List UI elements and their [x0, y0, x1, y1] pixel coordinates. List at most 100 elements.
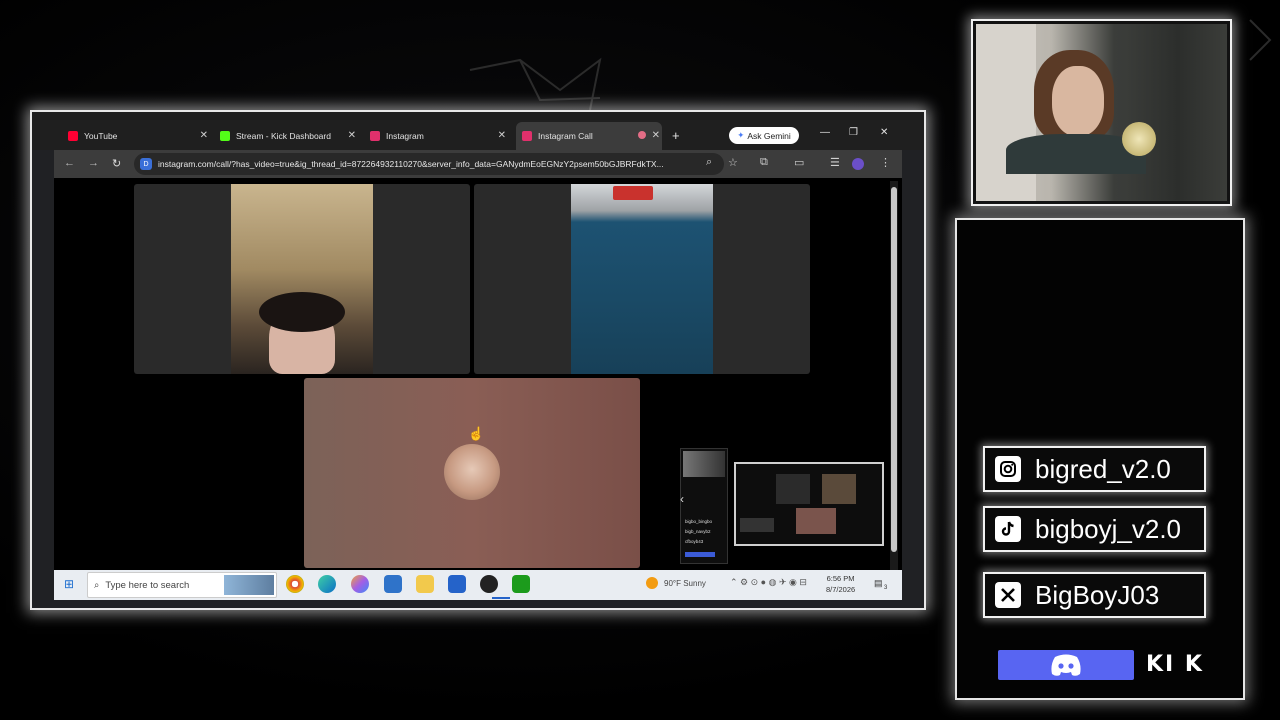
weather-text[interactable]: 90°F Sunny: [664, 579, 706, 588]
profile-avatar[interactable]: [852, 158, 864, 170]
new-tab-button[interactable]: +: [672, 128, 680, 143]
ask-gemini-button[interactable]: ✦ Ask Gemini: [729, 127, 799, 144]
browser-toolbar: ← → ↻ D instagram.com/call/?has_video=tr…: [54, 150, 902, 178]
tab-strip: YouTube ✕ Stream - Kick Dashboard ✕ Inst…: [32, 112, 924, 150]
restore-icon[interactable]: ❐: [849, 127, 858, 138]
site-info-icon[interactable]: D: [140, 158, 152, 170]
store-icon[interactable]: [448, 575, 466, 593]
search-placeholder: Type here to search: [105, 579, 190, 591]
tiktok-icon: [995, 516, 1021, 542]
participant-tile[interactable]: [474, 184, 810, 374]
windows-start-icon[interactable]: ⊞: [64, 577, 74, 591]
call-content: ☝ bigbo_bingbo bigb_navyb2 cfboyb43 ‹: [54, 178, 902, 574]
obs-icon[interactable]: [480, 575, 498, 593]
stream-overlay: YouTube ✕ Stream - Kick Dashboard ✕ Inst…: [0, 0, 1280, 720]
active-indicator: [492, 597, 510, 599]
x-handle: BigBoyJ03: [983, 572, 1206, 618]
media-icon[interactable]: ☰: [830, 156, 840, 169]
x-username: BigBoyJ03: [1035, 579, 1160, 610]
mini-bar: [685, 552, 715, 557]
xbox-icon[interactable]: [512, 575, 530, 593]
webcam-feed: [976, 24, 1227, 201]
tab-label: Stream - Kick Dashboard: [236, 131, 331, 141]
weather-sun-icon[interactable]: [646, 577, 658, 589]
screen-share-preview[interactable]: [734, 462, 884, 546]
x-icon: [995, 582, 1021, 608]
windows-taskbar: ⊞ ⌕ Type here to search 90°F Sunny ⌃ ⚙ ⊙…: [54, 570, 902, 600]
close-icon[interactable]: ✕: [652, 130, 660, 141]
participant-tile[interactable]: ☝: [304, 378, 640, 568]
avatar: [444, 444, 500, 500]
kick-logo: KI K: [1146, 652, 1204, 677]
tab-search-icon[interactable]: ▭: [794, 156, 804, 169]
tray-icons[interactable]: ⌃ ⚙ ⊙ ● ◍ ✈ ◉ ⊟: [730, 577, 807, 588]
sparkle-icon: ✦: [737, 130, 745, 140]
address-bar[interactable]: D instagram.com/call/?has_video=true&ig_…: [134, 153, 724, 175]
participant-name: cfboyb43: [685, 539, 704, 544]
youtube-icon: [68, 131, 78, 141]
participant-video: [231, 184, 373, 374]
discord-icon: [1051, 654, 1081, 676]
close-icon[interactable]: ✕: [348, 130, 356, 141]
search-icon[interactable]: ⌕: [706, 156, 712, 169]
url-text[interactable]: instagram.com/call/?has_video=true&ig_th…: [158, 159, 698, 169]
flowers: [1122, 122, 1156, 156]
person-face: [1052, 66, 1104, 136]
tab-youtube[interactable]: YouTube ✕: [68, 122, 208, 150]
taskbar-clock[interactable]: 6:56 PM 8/7/2026: [826, 573, 855, 595]
curtain: [1126, 24, 1227, 201]
chrome-icon[interactable]: [286, 575, 304, 593]
menu-icon[interactable]: ⋮: [880, 156, 891, 169]
self-preview-stack[interactable]: bigbo_bingbo bigb_navyb2 cfboyb43: [680, 448, 728, 564]
clock-date: 8/7/2026: [826, 585, 856, 594]
instagram-icon: [522, 131, 532, 141]
self-preview-cam: [683, 451, 725, 477]
tab-instagram-call[interactable]: Instagram Call ✕: [516, 122, 662, 150]
notification-count: 3: [884, 585, 888, 591]
tab-label: YouTube: [84, 131, 118, 141]
scrollbar-thumb[interactable]: [891, 187, 897, 552]
discord-logo: [998, 650, 1134, 680]
forward-icon[interactable]: →: [88, 157, 99, 169]
reload-icon[interactable]: ↻: [112, 157, 121, 170]
gemini-label: Ask Gemini: [747, 130, 791, 141]
bookmark-star-icon[interactable]: ☆: [728, 156, 738, 169]
scrollbar[interactable]: [890, 181, 898, 571]
clock-time: 6:56 PM: [826, 574, 855, 583]
tab-label: Instagram: [386, 131, 424, 141]
taskbar-search[interactable]: ⌕ Type here to search: [87, 572, 277, 598]
participant-video: [571, 184, 713, 374]
tiktok-username: bigboyj_v2.0: [1035, 513, 1181, 544]
file-explorer-icon[interactable]: [416, 575, 434, 593]
participant-name: bigb_navyb2: [685, 529, 711, 534]
tiktok-handle: bigboyj_v2.0: [983, 506, 1206, 552]
chevron-left-icon[interactable]: ‹: [680, 492, 684, 506]
close-icon[interactable]: ✕: [498, 130, 506, 141]
tab-label: Instagram Call: [538, 131, 593, 141]
tab-instagram[interactable]: Instagram ✕: [370, 122, 506, 150]
tab-kick-dashboard[interactable]: Stream - Kick Dashboard ✕: [220, 122, 356, 150]
kick-icon: [220, 131, 230, 141]
notification-icon[interactable]: ▤: [874, 578, 883, 589]
instagram-icon: [370, 131, 380, 141]
instagram-username: bigred_v2.0: [1035, 453, 1171, 484]
participant-tile[interactable]: [134, 184, 470, 374]
mail-icon[interactable]: [384, 575, 402, 593]
recording-icon: [638, 131, 646, 139]
extensions-icon[interactable]: ⧉: [760, 156, 768, 169]
back-icon[interactable]: ←: [64, 157, 75, 169]
minimize-icon[interactable]: —: [820, 127, 830, 138]
instagram-icon: [995, 456, 1021, 482]
close-window-icon[interactable]: ✕: [880, 127, 888, 138]
browser-window: YouTube ✕ Stream - Kick Dashboard ✕ Inst…: [30, 110, 926, 610]
webcam-frame: [971, 19, 1232, 206]
participant-name: bigbo_bingbo: [685, 519, 713, 524]
edge-icon[interactable]: [318, 575, 336, 593]
instagram-handle: bigred_v2.0: [983, 446, 1206, 492]
copilot-icon[interactable]: [351, 575, 369, 593]
cursor-hand-icon: ☝: [468, 426, 485, 441]
search-icon: ⌕: [94, 579, 100, 591]
search-highlight-image: [224, 575, 274, 595]
close-icon[interactable]: ✕: [200, 130, 208, 141]
participant-list: bigbo_bingbo bigb_navyb2 cfboyb43: [685, 517, 725, 547]
